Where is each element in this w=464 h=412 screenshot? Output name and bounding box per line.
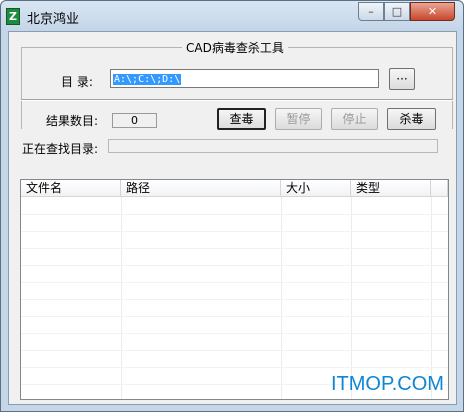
client-area: CAD病毒查杀工具 目 录: A:\;C:\;D:\ ··· 结果数目: 0 查… — [8, 31, 457, 405]
maximize-button[interactable]: □ — [384, 2, 410, 21]
app-icon: Z — [6, 8, 20, 25]
title-bar[interactable]: Z 北京鸿业 – □ ✕ — [1, 1, 463, 31]
col-header-path[interactable]: 路径 — [121, 180, 281, 197]
stop-button[interactable]: 停止 — [331, 108, 378, 130]
table-row — [21, 333, 448, 334]
directory-value: A:\;C:\;D:\ — [113, 74, 182, 85]
table-row — [21, 299, 448, 300]
searching-dir-label: 正在查找目录: — [22, 142, 99, 156]
col-header-filename[interactable]: 文件名 — [21, 180, 121, 197]
main-window: Z 北京鸿业 – □ ✕ CAD病毒查杀工具 目 录: A:\;C:\;D:\ … — [0, 0, 464, 412]
kill-button[interactable]: 杀毒 — [387, 108, 436, 130]
col-header-type[interactable]: 类型 — [351, 180, 431, 197]
site-watermark: ITMOP.COM — [331, 373, 444, 395]
results-table[interactable]: 文件名 路径 大小 类型 — [20, 179, 449, 400]
table-row — [21, 316, 448, 317]
pause-button[interactable]: 暂停 — [275, 108, 322, 130]
close-button[interactable]: ✕ — [410, 2, 455, 21]
separator — [21, 99, 453, 101]
result-count-value: 0 — [112, 113, 157, 128]
table-row — [21, 350, 448, 351]
table-row — [21, 214, 448, 215]
minimize-button[interactable]: – — [358, 2, 384, 21]
table-row — [21, 367, 448, 368]
searching-dir-value — [108, 139, 438, 153]
table-row — [21, 265, 448, 266]
browse-button[interactable]: ··· — [389, 68, 415, 90]
directory-input[interactable]: A:\;C:\;D:\ — [110, 69, 379, 88]
table-row — [21, 248, 448, 249]
col-header-size[interactable]: 大小 — [281, 180, 351, 197]
grid-line — [431, 197, 432, 399]
window-title: 北京鸿业 — [27, 12, 80, 27]
grid-line — [121, 197, 122, 399]
directory-label: 目 录: — [61, 75, 93, 89]
result-count-label: 结果数目: — [46, 114, 99, 128]
scan-button[interactable]: 查毒 — [217, 108, 266, 130]
grid-line — [281, 197, 282, 399]
group-title: CAD病毒查杀工具 — [182, 39, 288, 56]
table-row — [21, 231, 448, 232]
grid-line — [351, 197, 352, 399]
col-header-filler — [431, 180, 448, 197]
table-row — [21, 282, 448, 283]
